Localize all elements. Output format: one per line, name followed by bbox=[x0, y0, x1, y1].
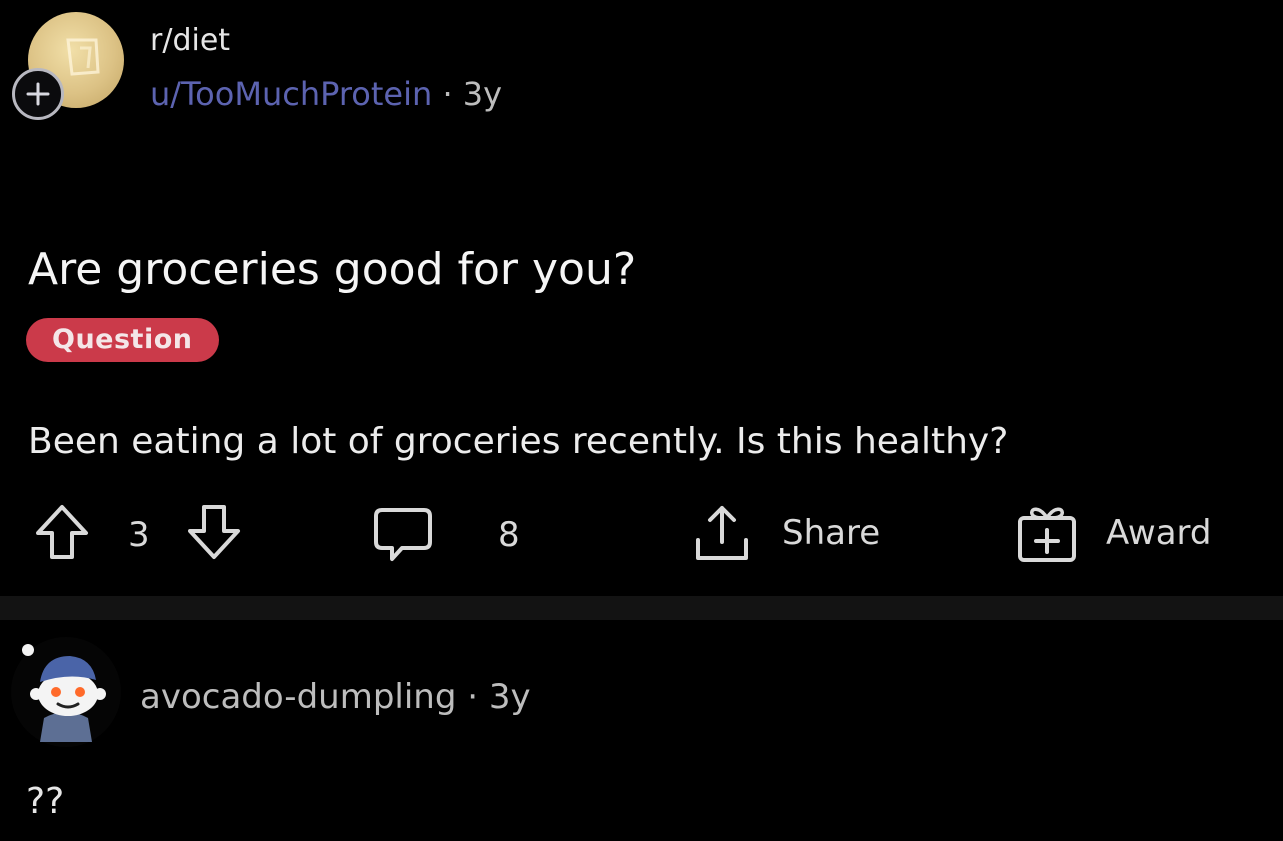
plus-icon bbox=[26, 82, 50, 106]
section-divider bbox=[0, 596, 1283, 620]
post-title[interactable]: Are groceries good for you? bbox=[28, 248, 636, 292]
post-author[interactable]: u/TooMuchProtein bbox=[150, 75, 432, 113]
comment-author[interactable]: avocado-dumpling bbox=[140, 677, 456, 717]
award-label[interactable]: Award bbox=[1106, 516, 1212, 550]
post-age: 3y bbox=[462, 75, 503, 113]
upvote-button[interactable] bbox=[34, 502, 90, 566]
share-label[interactable]: Share bbox=[782, 516, 880, 550]
post-flair[interactable]: Question bbox=[26, 318, 219, 362]
comment-count: 8 bbox=[498, 515, 520, 555]
vote-count: 3 bbox=[128, 515, 150, 555]
arrow-down-icon bbox=[188, 505, 240, 559]
comment-body: ?? bbox=[26, 781, 65, 822]
post-meta: u/TooMuchProtein · 3y bbox=[150, 78, 502, 110]
speech-bubble-icon bbox=[374, 508, 432, 561]
comment-avatar[interactable] bbox=[10, 636, 122, 748]
comment-meta-separator: · bbox=[467, 677, 479, 717]
arrow-up-icon bbox=[36, 505, 88, 559]
join-subreddit-button[interactable] bbox=[12, 68, 64, 120]
downvote-button[interactable] bbox=[186, 502, 242, 566]
comment-age: 3y bbox=[488, 677, 531, 717]
subreddit-name[interactable]: r/diet bbox=[150, 26, 230, 56]
comment-meta: avocado-dumpling · 3y bbox=[140, 680, 531, 714]
share-icon bbox=[696, 506, 748, 560]
comments-button[interactable] bbox=[372, 504, 434, 568]
share-button[interactable] bbox=[690, 502, 754, 570]
award-button[interactable] bbox=[1014, 500, 1080, 570]
gift-icon bbox=[1018, 507, 1076, 562]
post-body: Been eating a lot of groceries recently.… bbox=[28, 421, 1009, 462]
meta-separator: · bbox=[442, 75, 453, 113]
